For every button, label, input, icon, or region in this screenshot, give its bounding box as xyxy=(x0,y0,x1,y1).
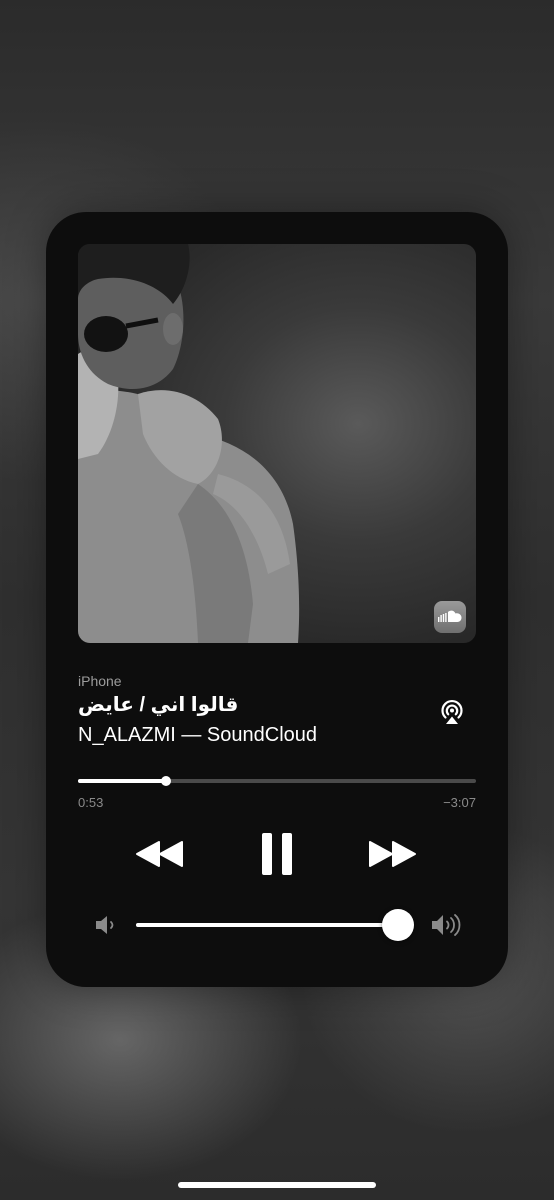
fast-forward-icon xyxy=(369,841,416,867)
home-indicator[interactable] xyxy=(178,1182,376,1188)
rewind-button[interactable] xyxy=(132,832,188,876)
playback-scrubber[interactable] xyxy=(78,776,476,786)
fast-forward-button[interactable] xyxy=(364,832,420,876)
artist-photo xyxy=(78,244,300,643)
volume-slider[interactable] xyxy=(136,909,414,941)
rewind-icon xyxy=(136,841,183,867)
output-device-label: iPhone xyxy=(78,673,122,689)
volume-fill xyxy=(136,923,398,927)
playback-progress-fill xyxy=(78,779,166,783)
now-playing-card: iPhone قالوا اني / عايض N_ALAZMI — Sound… xyxy=(46,212,508,987)
airplay-button[interactable] xyxy=(436,696,468,728)
playback-scrubber-knob[interactable] xyxy=(160,776,171,786)
album-artwork[interactable] xyxy=(78,244,476,643)
pause-button[interactable] xyxy=(252,828,302,880)
speaker-high-icon xyxy=(432,914,461,936)
pause-icon xyxy=(262,833,292,875)
remaining-time: −3:07 xyxy=(443,795,476,810)
volume-high-button[interactable] xyxy=(430,912,466,938)
speaker-low-icon xyxy=(96,916,114,934)
volume-low-button[interactable] xyxy=(94,914,120,936)
song-artist: N_ALAZMI — SoundCloud xyxy=(78,724,318,746)
volume-knob[interactable] xyxy=(381,909,414,941)
elapsed-time: 0:53 xyxy=(78,795,104,810)
airplay-icon xyxy=(441,699,463,724)
soundcloud-icon xyxy=(434,601,466,633)
song-title: قالوا اني / عايض xyxy=(78,694,239,716)
